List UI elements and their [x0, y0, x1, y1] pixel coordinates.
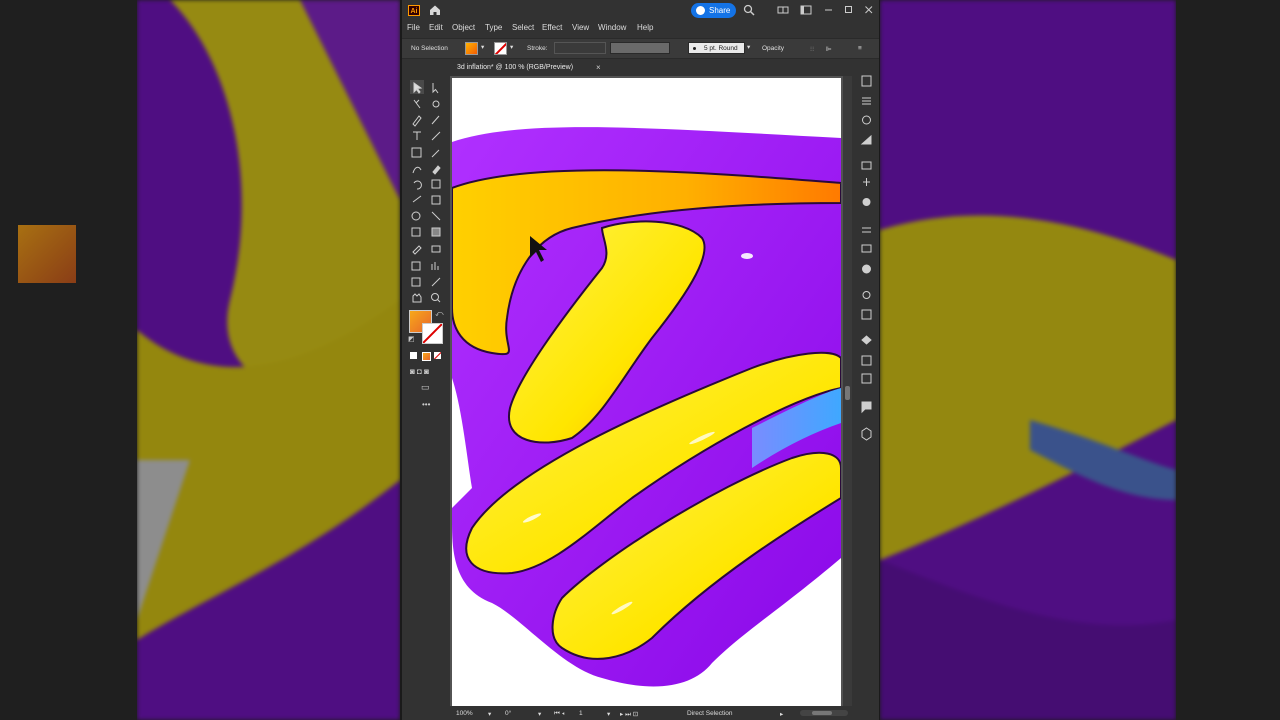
draw-mode-icon[interactable]: ◙ ◘ ◙: [410, 367, 429, 376]
home-icon[interactable]: [428, 3, 442, 17]
current-tool-name: Direct Selection: [687, 710, 733, 717]
search-icon[interactable]: [743, 4, 755, 16]
stroke-label: Stroke:: [527, 45, 548, 52]
color-mode-icon[interactable]: [410, 352, 417, 359]
inflated-lettering-artwork[interactable]: [452, 78, 841, 706]
blurred-fill-swatch: [18, 225, 76, 283]
gradient-mode-icon[interactable]: [422, 352, 431, 361]
menu-select[interactable]: Select: [512, 23, 534, 32]
scrollbar-thumb[interactable]: [812, 711, 832, 715]
arrange-documents-icon[interactable]: [777, 4, 789, 16]
chevron-down-icon[interactable]: ▾: [510, 43, 513, 51]
dim-overlay-right: [880, 0, 1280, 720]
menu-view[interactable]: View: [572, 23, 589, 32]
canvas-area[interactable]: [450, 76, 843, 706]
menu-object[interactable]: Object: [452, 23, 475, 32]
workspace-icon[interactable]: [800, 4, 812, 16]
artboard-number[interactable]: 1: [579, 710, 583, 717]
first-artboard-icon[interactable]: ⏮ ◂: [554, 710, 565, 718]
brush-label: 5 pt. Round: [704, 45, 738, 52]
selection-status: No Selection: [411, 45, 448, 52]
app-logo: Ai: [408, 5, 420, 16]
illustrator-window: Ai Share File Edit Object Type Select Ef…: [402, 0, 879, 720]
dim-overlay-left: [0, 0, 400, 720]
chevron-down-icon[interactable]: ▾: [481, 43, 484, 51]
screen-mode-icon[interactable]: ▭: [421, 382, 430, 393]
close-tab-icon[interactable]: ×: [596, 61, 601, 75]
document-tab[interactable]: 3d inflation* @ 100 % (RGB/Preview): [452, 61, 604, 75]
tools-panel: ⤺ ◩ ◙ ◘ ◙ ▭ •••: [405, 78, 449, 418]
align-icon[interactable]: ⊫: [826, 45, 832, 53]
artboard[interactable]: [452, 78, 841, 706]
chevron-down-icon[interactable]: ▾: [538, 710, 541, 718]
rotation-value[interactable]: 0°: [505, 710, 511, 717]
control-bar: No Selection ▾ ▾ Stroke: 5 pt. Round ▾ O…: [402, 38, 879, 59]
stroke-weight-input[interactable]: [554, 42, 606, 54]
panel-menu-icon[interactable]: ≡: [858, 45, 862, 52]
menu-window[interactable]: Window: [598, 23, 626, 32]
variable-width-profile[interactable]: [610, 42, 670, 54]
brush-dot-icon: [693, 47, 696, 50]
scrollbar-thumb[interactable]: [845, 386, 850, 400]
vertical-scrollbar[interactable]: [843, 76, 852, 706]
status-menu-arrow-icon[interactable]: ▸: [780, 710, 783, 718]
user-icon: [696, 6, 705, 15]
brush-definition-select[interactable]: 5 pt. Round: [688, 42, 745, 54]
panel-dock: [854, 66, 879, 446]
swap-fill-stroke-icon[interactable]: ⤺: [435, 309, 444, 319]
next-artboard-icon[interactable]: ▸ ⏭ ⊡: [620, 710, 638, 719]
minimize-icon[interactable]: [823, 4, 835, 16]
background-blur-left: [0, 0, 400, 720]
chevron-down-icon[interactable]: ▾: [488, 710, 491, 718]
title-bar: Ai Share: [402, 0, 879, 20]
fill-color-swatch[interactable]: [465, 42, 478, 55]
panel-dock-icons[interactable]: [854, 66, 879, 446]
horizontal-scrollbar[interactable]: [800, 710, 848, 716]
zoom-level[interactable]: 100%: [456, 710, 473, 717]
none-mode-icon[interactable]: [434, 352, 441, 359]
stroke-color-swatch[interactable]: [494, 42, 507, 55]
menu-bar: File Edit Object Type Select Effect View…: [402, 20, 879, 36]
menu-type[interactable]: Type: [485, 23, 502, 32]
maximize-icon[interactable]: [843, 4, 855, 16]
menu-file[interactable]: File: [407, 23, 420, 32]
stroke-indicator[interactable]: [422, 323, 443, 344]
menu-edit[interactable]: Edit: [429, 23, 443, 32]
close-icon[interactable]: [863, 4, 875, 16]
chevron-down-icon[interactable]: ▾: [747, 43, 750, 51]
share-label: Share: [709, 6, 731, 15]
menu-help[interactable]: Help: [637, 23, 653, 32]
status-bar: 100% ▾ 0° ▾ ⏮ ◂ 1 ▾ ▸ ⏭ ⊡ Direct Selecti…: [450, 706, 879, 720]
menu-effect[interactable]: Effect: [542, 23, 562, 32]
more-tools-icon[interactable]: •••: [422, 400, 430, 409]
share-button[interactable]: Share: [691, 3, 736, 18]
default-colors-icon[interactable]: ◩: [408, 335, 415, 343]
background-blur-right: [880, 0, 1280, 720]
opacity-label[interactable]: Opacity: [762, 45, 784, 52]
chevron-down-icon[interactable]: ▾: [607, 710, 610, 718]
recolor-icon[interactable]: ⁝⁝: [810, 45, 814, 53]
